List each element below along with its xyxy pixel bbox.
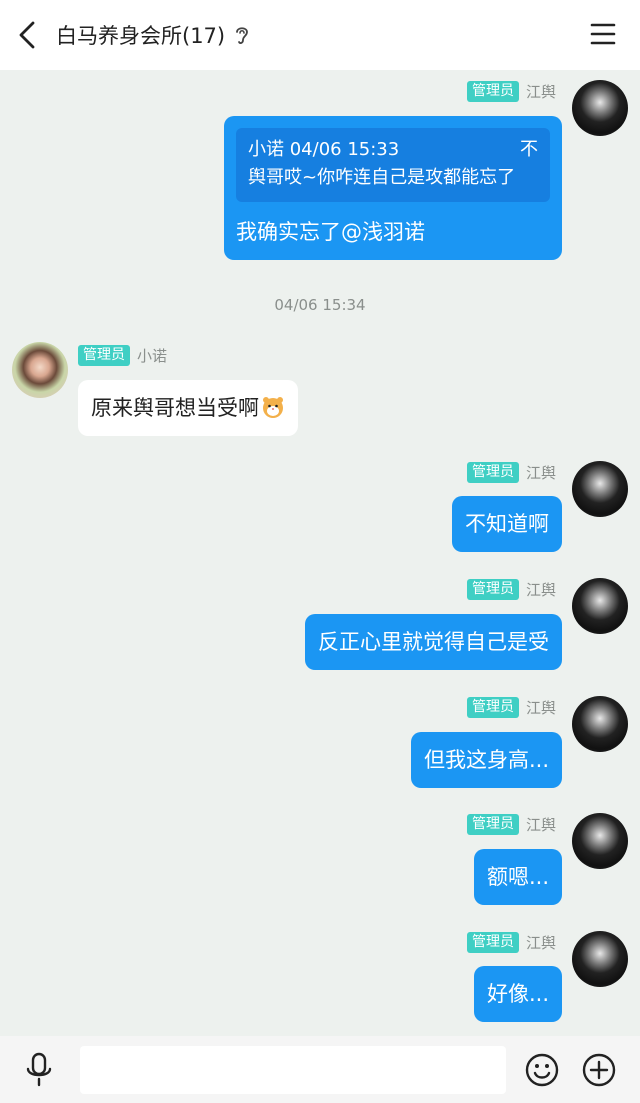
message-text: 反正心里就觉得自己是受: [318, 630, 549, 654]
message-bubble[interactable]: 额嗯...: [473, 849, 562, 905]
sender-name: 江舆: [525, 463, 556, 482]
message-meta: 管理员 江舆: [466, 931, 556, 953]
smiley-icon[interactable]: [524, 1052, 560, 1088]
chevron-left-icon[interactable]: [14, 20, 42, 50]
message-meta: 管理员 小诺: [78, 344, 167, 366]
group-title: 白马养身会所(17): [56, 24, 226, 48]
message-bubble[interactable]: 小诺 04/06 15:33 不 舆哥哎~你咋连自己是攻都能忘了 我确实忘了@浅…: [224, 116, 562, 260]
ear-icon: [236, 27, 249, 44]
avatar[interactable]: [572, 696, 628, 752]
timestamp: 04/06 15:34: [274, 296, 366, 314]
message-text: 但我这身高...: [423, 748, 549, 772]
sender-name: 小诺: [137, 346, 168, 365]
message-text: 原来舆哥想当受啊: [91, 396, 259, 420]
admin-badge: 管理员: [466, 813, 519, 835]
avatar[interactable]: [572, 80, 628, 136]
avatar[interactable]: [572, 461, 628, 517]
message-meta: 管理员 江舆: [466, 578, 556, 600]
message-text: 额嗯...: [486, 865, 549, 889]
plus-circle-icon[interactable]: [581, 1052, 617, 1088]
message-meta: 管理员 江舆: [466, 80, 556, 102]
sender-name: 江舆: [525, 580, 556, 599]
message-text: 好像...: [486, 982, 549, 1006]
avatar[interactable]: [572, 931, 628, 987]
message-text: 不知道啊: [465, 512, 549, 536]
message-bubble[interactable]: 好像...: [473, 966, 562, 1022]
admin-badge: 管理员: [466, 461, 519, 483]
hamster-emoji-icon: [263, 397, 283, 418]
avatar[interactable]: [572, 813, 628, 869]
message-meta: 管理员 江舆: [466, 461, 556, 483]
avatar[interactable]: [12, 342, 68, 398]
input-bar: [0, 1036, 640, 1103]
chat-header: 白马养身会所(17): [0, 0, 640, 70]
admin-badge: 管理员: [466, 578, 519, 600]
quote-text: 舆哥哎~你咋连自己是攻都能忘了: [248, 167, 516, 188]
message-bubble[interactable]: 但我这身高...: [410, 732, 562, 788]
message-text: 我确实忘了@浅羽诺: [236, 220, 425, 244]
admin-badge: 管理员: [466, 696, 519, 718]
chat-message-list[interactable]: 管理员 江舆 小诺 04/06 15:33 不 舆哥哎~你咋连自己是攻都能忘了 …: [0, 70, 640, 1036]
admin-badge: 管理员: [78, 344, 130, 366]
avatar[interactable]: [572, 578, 628, 634]
admin-badge: 管理员: [466, 931, 519, 953]
sender-name: 江舆: [525, 815, 556, 834]
sender-name: 江舆: [525, 933, 556, 952]
sender-name: 江舆: [525, 82, 556, 101]
microphone-icon[interactable]: [24, 1052, 54, 1088]
message-meta: 管理员 江舆: [466, 696, 556, 718]
quote-author-time: 小诺 04/06 15:33: [248, 139, 400, 160]
message-bubble[interactable]: 反正心里就觉得自己是受: [305, 614, 562, 670]
sender-name: 江舆: [525, 698, 556, 717]
message-bubble[interactable]: 原来舆哥想当受啊: [78, 380, 298, 436]
hamburger-menu-icon[interactable]: [590, 22, 616, 46]
message-input[interactable]: [80, 1046, 506, 1094]
quote-close-mark: 不: [520, 139, 538, 160]
quoted-message[interactable]: 小诺 04/06 15:33 不 舆哥哎~你咋连自己是攻都能忘了: [236, 128, 550, 202]
message-meta: 管理员 江舆: [466, 813, 556, 835]
title-wrap: 白马养身会所(17): [56, 0, 250, 70]
admin-badge: 管理员: [466, 80, 519, 102]
message-bubble[interactable]: 不知道啊: [452, 496, 562, 552]
